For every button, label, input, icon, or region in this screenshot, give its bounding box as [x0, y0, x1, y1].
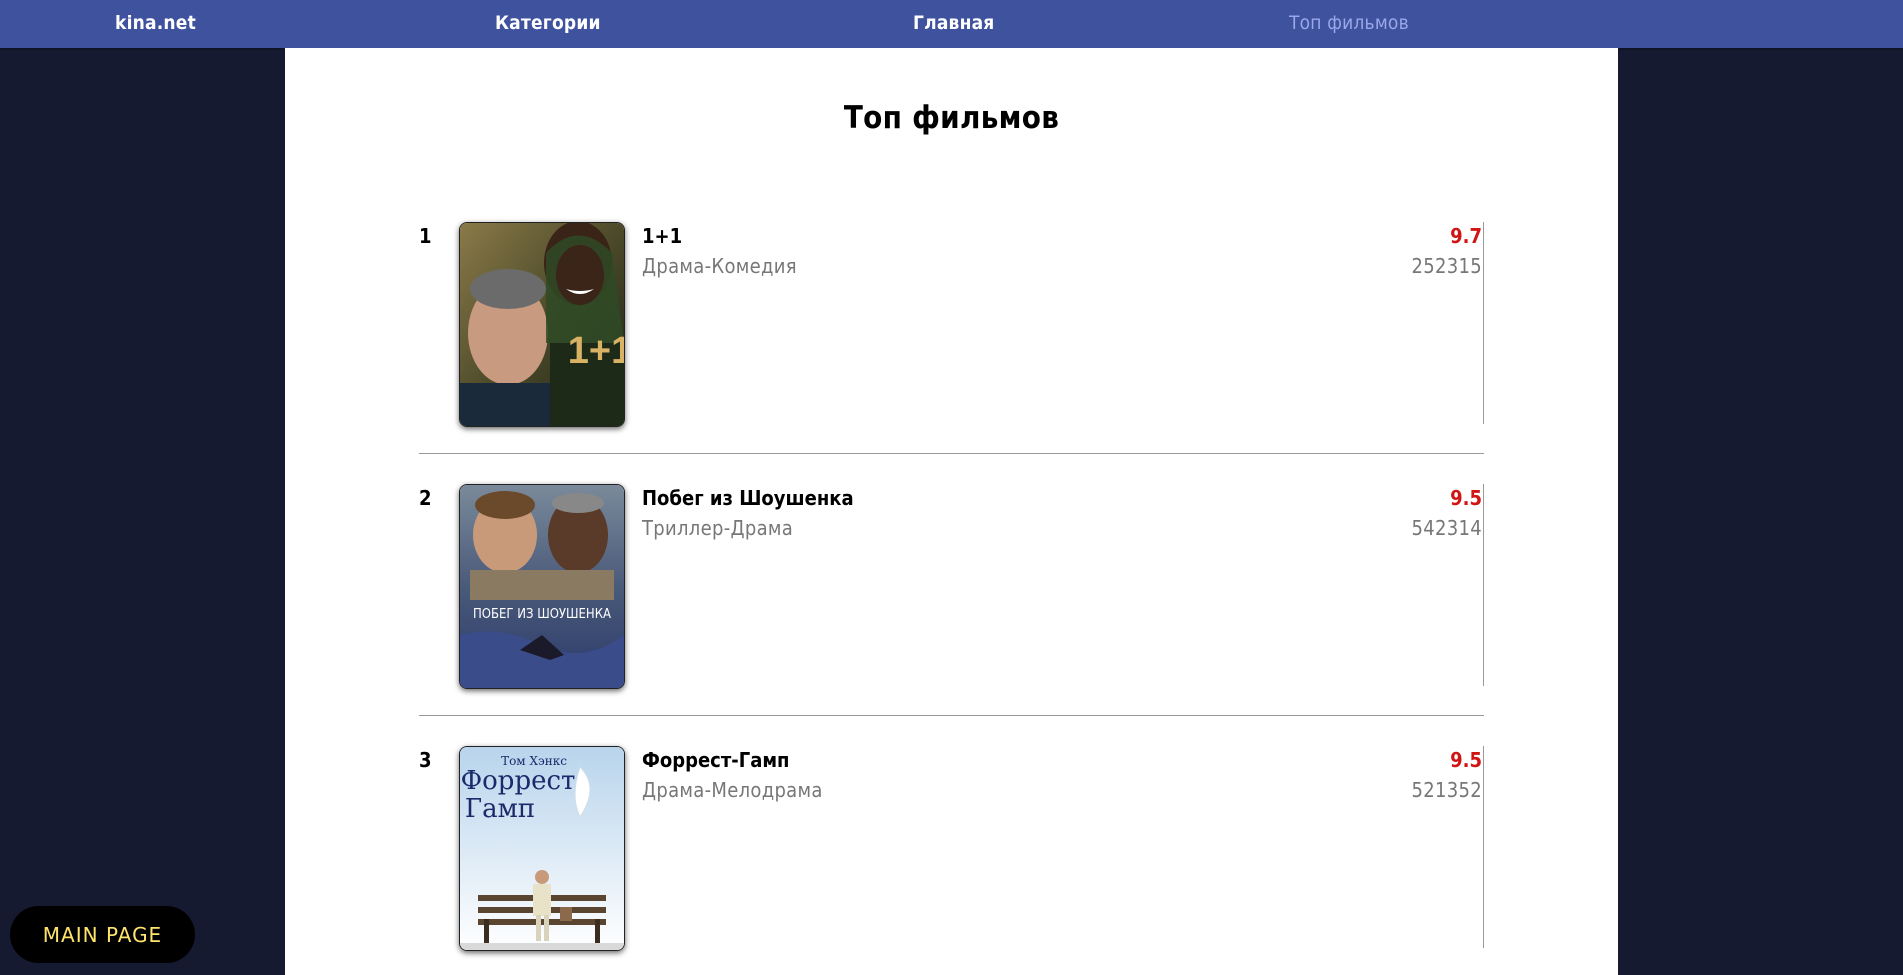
- main-page-button[interactable]: MAIN PAGE: [10, 906, 195, 963]
- film-rating: 9.7: [1450, 224, 1482, 248]
- film-poster[interactable]: 1+1: [459, 222, 625, 427]
- poster-3-title-line2: Гамп: [465, 794, 535, 824]
- film-rank: 3: [419, 748, 432, 772]
- poster-forrest-gump-image: Том Хэнкс Форрест Гамп: [460, 747, 624, 950]
- film-divider: [419, 715, 1484, 716]
- film-votes: 542314: [1411, 516, 1482, 540]
- film-votes: 252315: [1411, 254, 1482, 278]
- nav-categories-link[interactable]: Категории: [495, 12, 601, 34]
- film-rating: 9.5: [1450, 486, 1482, 510]
- film-poster[interactable]: ПОБЕГ ИЗ ШОУШЕНКА: [459, 484, 625, 689]
- film-rating: 9.5: [1450, 748, 1482, 772]
- film-genre: Драма-Комедия: [642, 254, 797, 278]
- poster-3-title-line1: Форрест: [461, 766, 576, 796]
- rating-divider: [1483, 222, 1484, 424]
- film-title[interactable]: 1+1: [642, 224, 682, 248]
- film-title[interactable]: Побег из Шоушенка: [642, 486, 854, 510]
- film-genre: Триллер-Драма: [642, 516, 794, 540]
- film-poster[interactable]: Том Хэнкс Форрест Гамп: [459, 746, 625, 951]
- film-genre: Драма-Мелодрама: [642, 778, 823, 802]
- film-votes: 521352: [1411, 778, 1482, 802]
- film-title[interactable]: Форрест-Гамп: [642, 748, 789, 772]
- poster-1-title: 1+1: [568, 330, 624, 372]
- film-rank: 1: [419, 224, 432, 248]
- poster-shawshank-image: ПОБЕГ ИЗ ШОУШЕНКА: [460, 485, 624, 688]
- brand-link[interactable]: kina.net: [115, 12, 196, 34]
- nav-top-films-link[interactable]: Топ фильмов: [1289, 12, 1409, 34]
- page-title: Топ фильмов: [843, 100, 1060, 136]
- film-item[interactable]: 1 1+ 1+1 Драма-Комедия 9.7 252315: [419, 222, 1484, 442]
- rating-divider: [1483, 484, 1484, 686]
- nav-home-link[interactable]: Главная: [913, 12, 994, 34]
- film-divider: [419, 453, 1484, 454]
- poster-2-title: ПОБЕГ ИЗ ШОУШЕНКА: [473, 607, 611, 622]
- film-rank: 2: [419, 486, 432, 510]
- film-item[interactable]: 3 Том Хэнкс Форрест Гамп Форрест-Гамп Др…: [419, 746, 1484, 966]
- film-item[interactable]: 2 ПОБЕГ ИЗ ШОУШЕНКА Побег из Шоушенка Тр…: [419, 484, 1484, 704]
- main-content: Топ фильмов 1 1+ 1+1 Драма-Комедия 9.7 2…: [285, 48, 1618, 975]
- top-navbar: kina.net Категории Главная Топ фильмов: [0, 0, 1903, 48]
- rating-divider: [1483, 746, 1484, 948]
- poster-1plus1-image: 1+1: [460, 223, 624, 426]
